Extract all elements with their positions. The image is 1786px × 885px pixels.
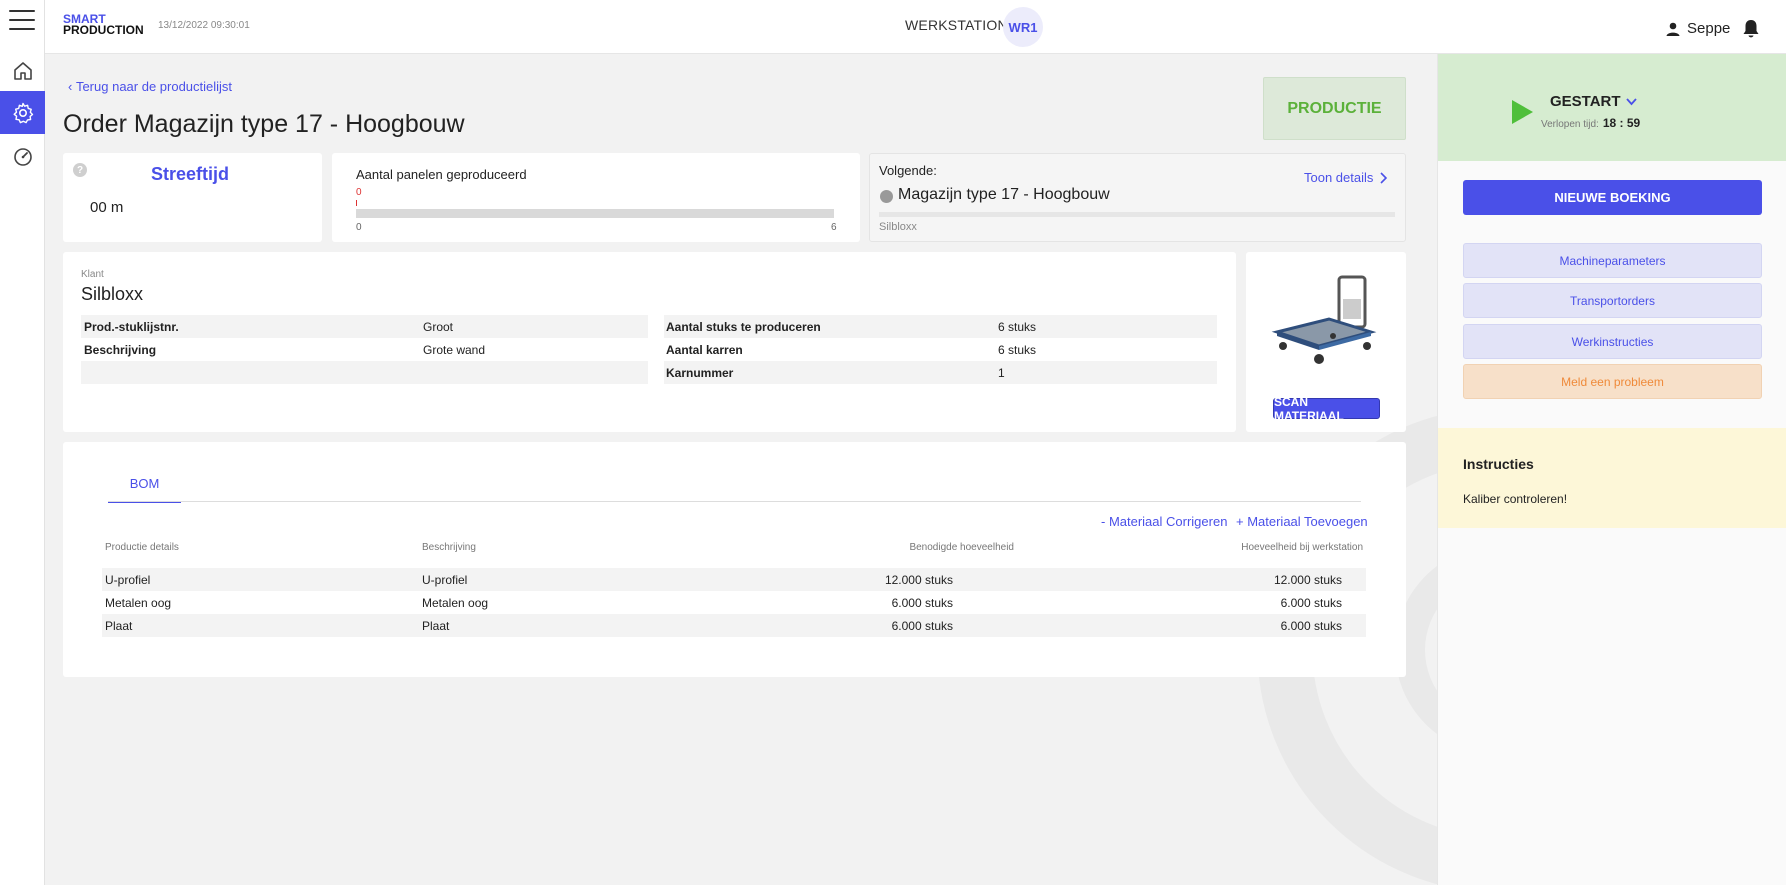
status-panel: GESTART Verlopen tijd: 18 : 59	[1438, 54, 1786, 161]
bom-card: BOM - Materiaal Corrigeren + Materiaal T…	[63, 442, 1406, 677]
progress-marker	[356, 200, 357, 206]
scan-material-button[interactable]: SCAN MATERIAAL	[1273, 395, 1380, 423]
instructions-text: Kaliber controleren!	[1463, 492, 1568, 506]
status-dot-icon	[880, 190, 893, 203]
panels-produced-card: Aantal panelen geproduceerd 0 0 6	[332, 153, 860, 242]
target-time-label: Streeftijd	[151, 164, 230, 184]
status-dropdown[interactable]: GESTART	[1550, 93, 1637, 110]
elapsed-time: Verlopen tijd: 18 : 59	[1541, 116, 1641, 130]
show-details-link[interactable]: Toon details	[1304, 170, 1388, 185]
progress-max: 6	[831, 222, 837, 233]
next-customer: Silbloxx	[879, 221, 917, 233]
user-icon	[1666, 22, 1680, 36]
logo[interactable]: SMART PRODUCTION	[63, 13, 144, 36]
next-order-card: Volgende: Toon details Magazijn type 17 …	[869, 153, 1406, 242]
chevron-left-icon: ‹	[68, 79, 76, 94]
chevron-right-icon	[1380, 171, 1388, 184]
progress-min: 0	[356, 222, 362, 233]
table-row: U-profiel U-profiel 12.000 stuks 12.000 …	[102, 568, 1366, 591]
column-header: Hoeveelheid bij werkstation	[1241, 542, 1363, 553]
detail-row: Beschrijving Grote wand	[84, 342, 486, 357]
page-title: Order Magazijn type 17 - Hoogbouw	[63, 110, 465, 138]
target-time-value: 00 m	[90, 199, 124, 216]
order-details-right: Aantal stuks te produceren 6 stuks Aantal…	[664, 315, 1217, 384]
top-bar: SMART PRODUCTION 13/12/2022 09:30:01 WER…	[45, 0, 1786, 54]
next-order-name: Magazijn type 17 - Hoogbouw	[898, 186, 1110, 203]
tab-bom[interactable]: BOM	[108, 473, 181, 503]
correct-material-link[interactable]: - Materiaal Corrigeren	[1101, 514, 1227, 529]
workstation-label: WERKSTATION	[905, 17, 1008, 33]
report-problem-button[interactable]: Meld een probleem	[1463, 364, 1762, 399]
panels-progress-bar	[356, 209, 834, 218]
instructions-title: Instructies	[1463, 456, 1534, 472]
right-panel: GESTART Verlopen tijd: 18 : 59 NIEUWE BOE…	[1437, 54, 1786, 885]
column-header: Beschrijving	[422, 542, 476, 553]
dashboard-icon[interactable]	[0, 135, 45, 178]
next-label: Volgende:	[879, 163, 937, 178]
panels-label: Aantal panelen geproduceerd	[356, 167, 527, 182]
panels-current: 0	[356, 187, 362, 198]
user-name: Seppe	[1687, 20, 1731, 37]
order-details-left: Prod.-stuklijstnr. Groot Beschrijving Grot…	[81, 315, 648, 384]
machine-parameters-button[interactable]: Machineparameters	[1463, 243, 1762, 278]
customer-name: Silbloxx	[81, 284, 144, 304]
timestamp: 13/12/2022 09:30:01	[158, 20, 250, 31]
bell-icon[interactable]	[1742, 19, 1760, 44]
detail-row: Aantal karren 6 stuks	[666, 342, 1037, 357]
gear-icon[interactable]	[0, 91, 45, 134]
workstation-badge[interactable]: WR1	[1003, 7, 1043, 47]
bom-table: U-profiel U-profiel 12.000 stuks 12.000 …	[102, 568, 1366, 637]
back-link[interactable]: ‹ Terug naar de productielijst	[68, 79, 232, 94]
table-row: Metalen oog Metalen oog 6.000 stuks 6.00…	[105, 596, 1342, 610]
column-header: Benodigde hoeveelheid	[909, 542, 1014, 553]
instructions-panel: Instructies Kaliber controleren!	[1438, 428, 1786, 528]
detail-row: Prod.-stuklijstnr. Groot	[81, 315, 648, 338]
column-header: Productie details	[105, 542, 179, 553]
play-icon[interactable]	[1510, 99, 1534, 125]
home-icon[interactable]	[0, 49, 45, 92]
new-booking-button[interactable]: NIEUWE BOEKING	[1463, 180, 1762, 215]
detail-row: Karnummer 1	[664, 361, 1217, 384]
menu-icon[interactable]	[9, 10, 35, 32]
target-time-card: ? Streeftijd 00 m	[63, 153, 322, 242]
next-progress-bar	[879, 212, 1395, 217]
chevron-down-icon	[1625, 97, 1637, 105]
detail-row	[81, 361, 648, 384]
bom-table-header: Productie details Beschrijving Benodigde…	[105, 542, 1363, 558]
transport-orders-button[interactable]: Transportorders	[1463, 283, 1762, 318]
user-menu[interactable]: Seppe	[1665, 20, 1730, 37]
tab-divider	[108, 501, 1361, 502]
order-info-card: Klant Silbloxx Prod.-stuklijstnr. Groot B…	[63, 252, 1236, 432]
help-icon[interactable]: ?	[73, 163, 87, 177]
status-badge: PRODUCTIE	[1263, 77, 1406, 140]
cart-card: SCAN MATERIAAL	[1246, 252, 1406, 432]
cart-image	[1271, 275, 1377, 364]
customer-label: Klant	[81, 269, 104, 280]
add-material-link[interactable]: + Materiaal Toevoegen	[1236, 514, 1368, 529]
side-rail	[0, 0, 45, 885]
detail-row: Aantal stuks te produceren 6 stuks	[664, 315, 1217, 338]
work-instructions-button[interactable]: Werkinstructies	[1463, 324, 1762, 359]
table-row: Plaat Plaat 6.000 stuks 6.000 stuks	[102, 614, 1366, 637]
